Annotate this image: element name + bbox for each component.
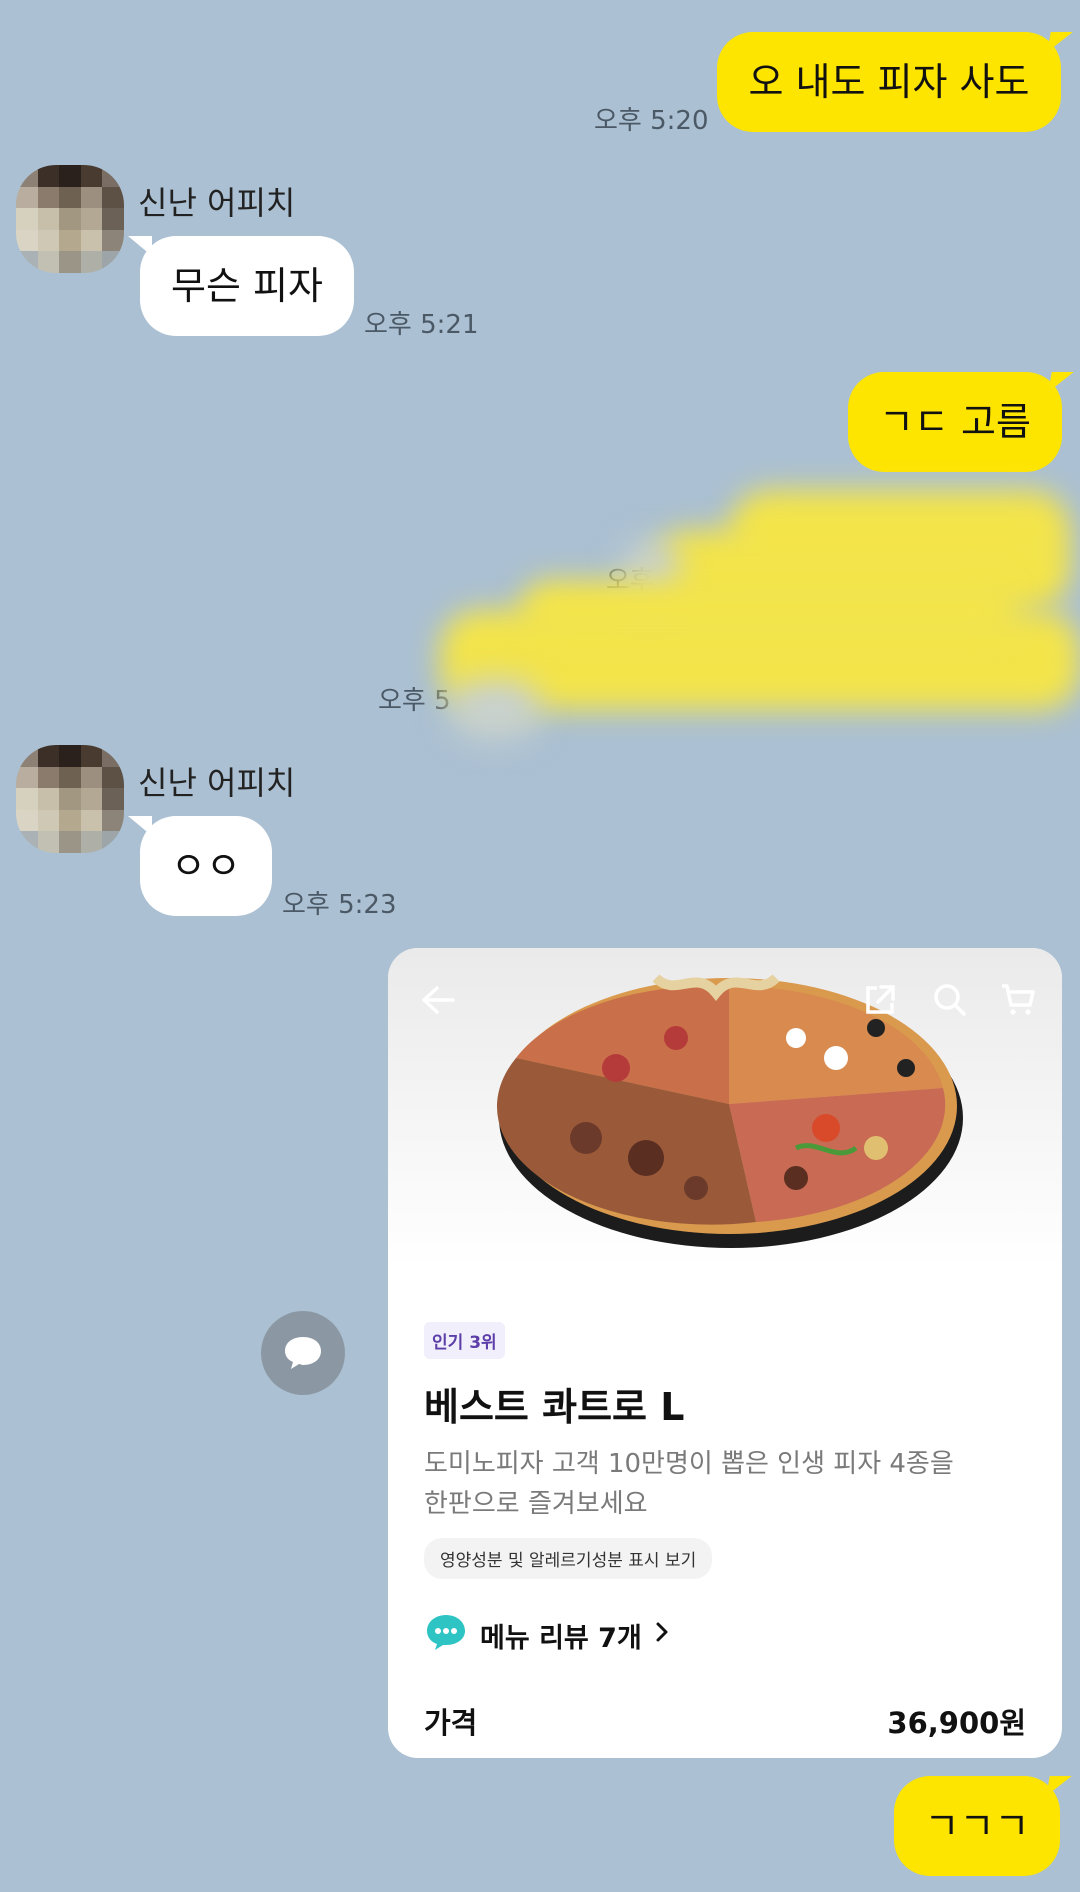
review-label: 메뉴 리뷰 7개: [480, 1623, 642, 1654]
external-link-icon[interactable]: [858, 978, 902, 1022]
avatar[interactable]: [16, 165, 124, 273]
sender-name: 신난 어피치: [138, 764, 296, 802]
description-line: 한판으로 즐겨보세요: [424, 1489, 648, 1519]
my-message-bubble[interactable]: ㄱㄷ 고름: [848, 372, 1074, 472]
bubble-tail: [128, 236, 152, 256]
search-icon[interactable]: [928, 978, 972, 1022]
chevron-right-icon: [654, 1620, 670, 1651]
message-text: 무슨 피자: [171, 264, 323, 308]
product-card[interactable]: 인기 3위 베스트 콰트로 L 도미노피자 고객 10만명이 뽑은 인생 피자 …: [388, 948, 1062, 1758]
message-text: ㄱㄷ 고름: [879, 400, 1031, 444]
redacted-messages: [420, 470, 1080, 750]
speech-bubble-icon: [424, 1612, 468, 1659]
bubble-tail: [1047, 32, 1073, 52]
their-message-bubble[interactable]: ㅇㅇ: [128, 816, 272, 916]
product-description: 도미노피자 고객 10만명이 뽑은 인생 피자 4종을 한판으로 즐겨보세요: [424, 1444, 1024, 1524]
product-image-area: [388, 948, 1062, 1268]
menu-review-link[interactable]: 메뉴 리뷰 7개: [424, 1612, 670, 1659]
sender-name: 신난 어피치: [138, 184, 296, 222]
my-message-bubble[interactable]: ㄱㄱㄱ: [894, 1776, 1072, 1876]
bubble-tail: [128, 816, 152, 836]
message-text: ㅇㅇ: [171, 844, 241, 888]
bubble-tail: [1048, 372, 1074, 392]
description-line: 도미노피자 고객 10만명이 뽑은 인생 피자 4종을: [424, 1449, 954, 1479]
my-message-bubble[interactable]: 오 내도 피자 사도: [717, 32, 1073, 132]
nutrition-info-link[interactable]: 영양성분 및 알레르기성분 표시 보기: [424, 1538, 713, 1579]
popularity-badge: 인기 3위: [424, 1322, 505, 1359]
bubble-tail: [1046, 1776, 1072, 1796]
message-time: 오후 5:23: [282, 890, 397, 920]
message-text: 오 내도 피자 사도: [748, 60, 1030, 104]
message-text: ㄱㄱㄱ: [924, 1804, 1030, 1848]
arrow-left-icon[interactable]: [416, 978, 460, 1022]
price-label: 가격: [424, 1706, 478, 1740]
avatar[interactable]: [16, 745, 124, 853]
product-name: 베스트 콰트로 L: [424, 1385, 685, 1429]
chat-share-icon[interactable]: [261, 1311, 345, 1395]
message-time: 오후 5:21: [364, 310, 479, 340]
message-time: 오후 5:20: [594, 106, 709, 136]
their-message-bubble[interactable]: 무슨 피자: [128, 236, 354, 336]
price-value: 36,900원: [887, 1706, 1026, 1740]
cart-icon[interactable]: [996, 978, 1040, 1022]
